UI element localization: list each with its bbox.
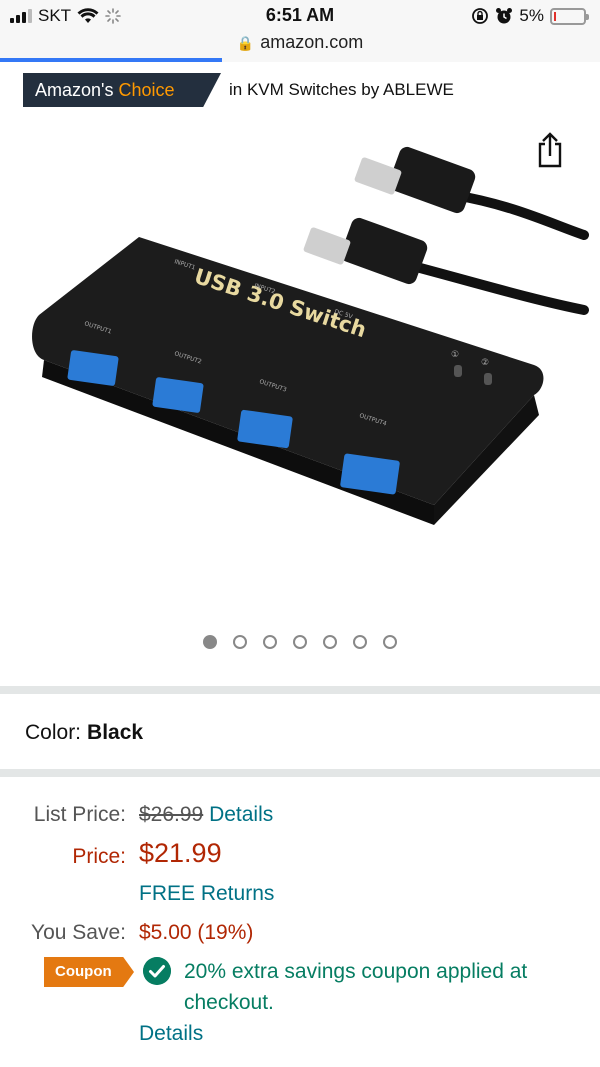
list-price-label: List Price: [33,803,126,826]
list-price-value: $26.99 [139,803,204,826]
price-label: Price: [72,845,126,868]
status-bar-right: 5% [471,6,589,26]
list-price-row: $26.99 Details [139,803,273,827]
url-bar[interactable]: 🔒 amazon.com [0,32,600,60]
amazons-choice-row: Amazon's Choice in KVM Switches by ABLEW… [0,70,600,110]
battery-icon [550,7,589,25]
amazons-choice-badge[interactable]: Amazon's Choice [23,73,221,107]
you-save-value: $5.00 (19%) [139,921,254,944]
carousel-dot-3[interactable] [263,635,277,649]
color-value: Black [87,721,144,744]
checkmark-icon [143,957,171,985]
coupon-applied-text: 20% extra savings coupon applied at chec… [184,960,528,1014]
status-bar: SKT 6:51 AM 5% [0,0,600,32]
usb-cables [303,146,589,315]
price-value: $21.99 [139,838,222,868]
carousel-dot-1[interactable] [203,635,217,649]
you-save-label: You Save: [31,921,126,944]
url-domain: amazon.com [260,32,364,52]
color-label: Color: [25,721,82,744]
free-returns-link[interactable]: FREE Returns [139,882,274,906]
page-load-progress-fill [0,58,222,62]
page-load-progress [0,58,600,62]
badge-label-choice: Choice [118,80,175,100]
image-carousel-dots[interactable] [0,635,600,649]
indicator-label: ① [451,350,459,360]
section-divider [0,769,600,777]
carousel-dot-6[interactable] [353,635,367,649]
list-price-details-link[interactable]: Details [209,803,273,826]
alarm-icon [496,8,513,24]
color-selector[interactable]: Color: Black [25,721,143,745]
carousel-dot-7[interactable] [383,635,397,649]
share-icon[interactable] [535,132,565,168]
carousel-dot-4[interactable] [293,635,307,649]
badge-context-text[interactable]: in KVM Switches by ABLEWE [229,80,454,100]
badge-label-part1: Amazon's [35,80,119,100]
battery-percent: 5% [519,6,544,25]
indicator-label: ② [481,358,489,368]
carousel-dot-2[interactable] [233,635,247,649]
product-image[interactable]: USB 3.0 Switch INPUT1 INPUT2 DC 5V OUTPU… [14,125,594,595]
rotation-lock-icon [472,8,489,24]
carousel-dot-5[interactable] [323,635,337,649]
coupon-badge: Coupon [44,957,134,987]
section-divider [0,686,600,694]
coupon-details-link[interactable]: Details [139,1022,203,1046]
lock-icon: 🔒 [236,35,255,51]
